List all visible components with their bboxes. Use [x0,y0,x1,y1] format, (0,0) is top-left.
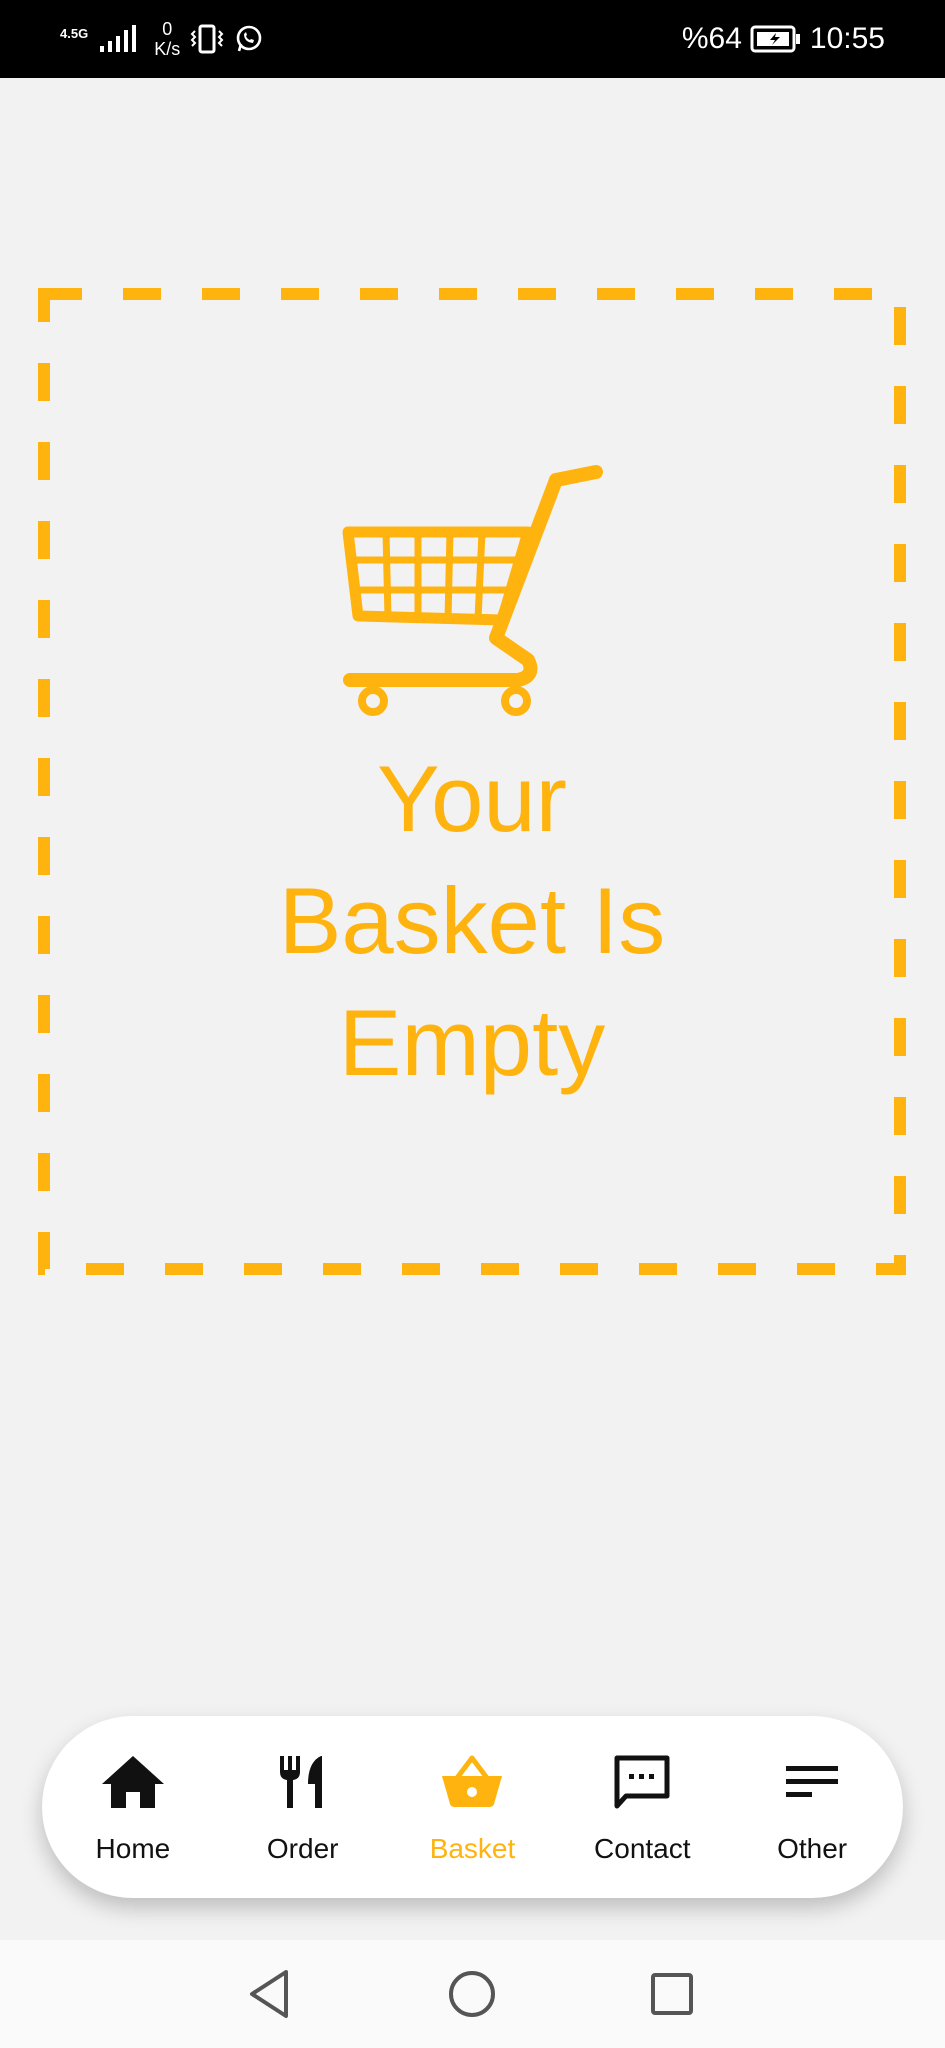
message-icon [609,1751,675,1813]
nav-label-contact: Contact [594,1833,691,1864]
empty-basket-panel: Your Basket Is Empty [0,0,945,1300]
nav-label-order: Order [266,1833,339,1864]
title-line-3: Empty [338,990,606,1095]
system-navigation-bar [0,1940,945,2048]
shopping-cart-icon [342,465,603,716]
nav-item-other[interactable]: Other [727,1727,897,1887]
nav-item-contact[interactable]: Contact [557,1727,727,1887]
fork-knife-icon [270,1751,336,1813]
nav-item-basket[interactable]: Basket [388,1727,558,1887]
nav-label-other: Other [777,1833,848,1864]
title-line-1: Your [377,746,567,851]
recents-icon [651,1973,693,2015]
nav-item-home[interactable]: Home [48,1727,218,1887]
title-line-2: Basket Is [278,868,666,973]
home-circle-icon [449,1971,495,2017]
nav-item-order[interactable]: Order [218,1727,388,1887]
home-icon [100,1751,166,1813]
back-icon [250,1970,288,2018]
basket-icon [439,1751,505,1813]
back-button[interactable] [238,1962,302,2026]
bottom-navigation: Home Order Basket Contact Other [42,1716,903,1898]
nav-label-home: Home [95,1833,171,1864]
menu-lines-icon [779,1751,845,1813]
nav-label-basket: Basket [429,1833,516,1864]
home-button[interactable] [440,1962,504,2026]
empty-basket-title: Your Basket Is Empty [172,738,772,1104]
recents-button[interactable] [640,1962,704,2026]
